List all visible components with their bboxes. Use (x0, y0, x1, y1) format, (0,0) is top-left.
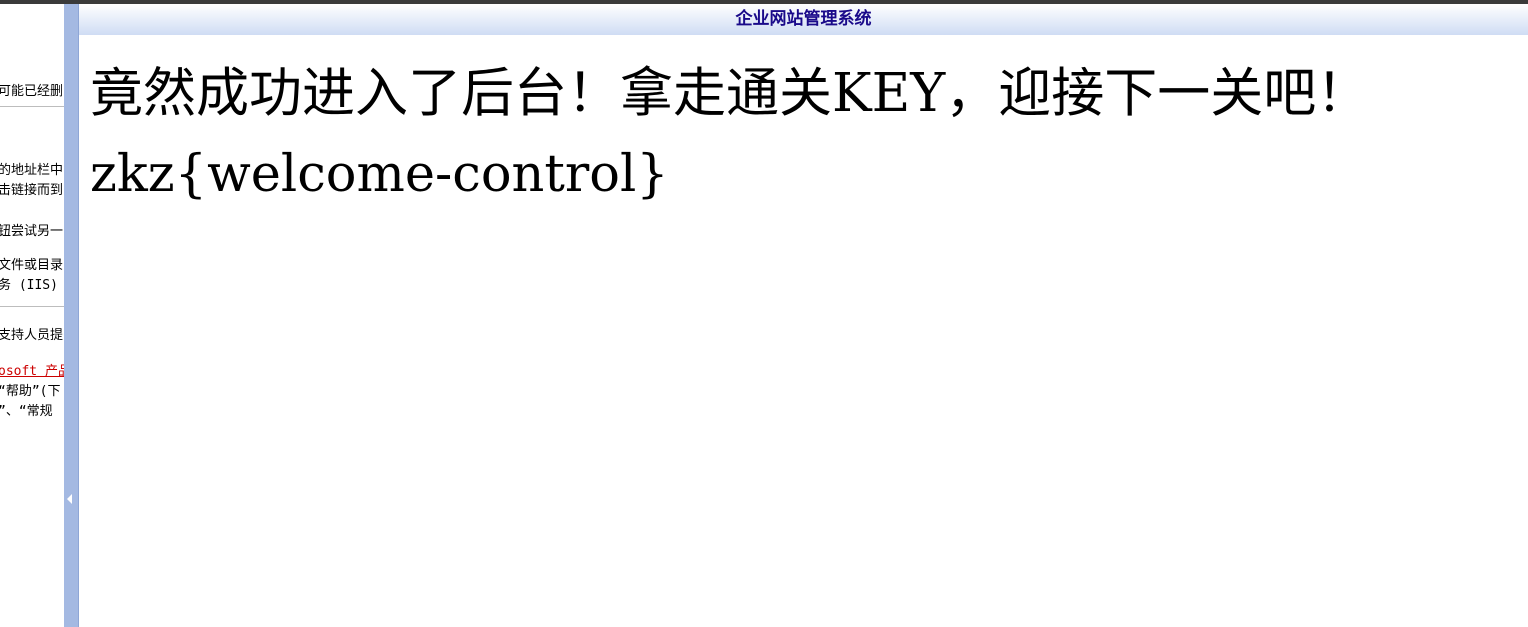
error-text-line: 可能已经删 (0, 84, 64, 99)
error-text-line: 的地址栏中 (0, 163, 64, 178)
frame-splitter[interactable] (64, 4, 79, 627)
error-text-line: ”、“常规 (0, 404, 53, 419)
error-text-line: “帮助”(下 (0, 384, 61, 399)
error-text-line: 文件或目录 (0, 258, 64, 273)
microsoft-products-link[interactable]: osoft 产品 (0, 360, 64, 379)
page-title: 企业网站管理系统 (79, 4, 1528, 35)
collapse-arrow-icon[interactable] (67, 494, 72, 504)
main-frame: 企业网站管理系统 竟然成功进入了后台！拿走通关KEY，迎接下一关吧！ zkz{w… (79, 4, 1528, 627)
left-frame-error-page: 可能已经删 的地址栏中 击链接而到 钮尝试另一 文件或目录 务 (IIS) 支持… (0, 4, 64, 627)
error-text-line: 支持人员提 (0, 328, 64, 343)
error-text-line: 务 (IIS) (0, 278, 58, 293)
flag-key: zkz{welcome-control} (90, 145, 669, 204)
success-message: 竟然成功进入了后台！拿走通关KEY，迎接下一关吧！ (90, 63, 1370, 124)
error-text-line: 击链接而到 (0, 183, 64, 198)
divider-line (0, 106, 64, 107)
divider-line (0, 306, 64, 307)
error-text-line: 钮尝试另一 (0, 224, 64, 239)
